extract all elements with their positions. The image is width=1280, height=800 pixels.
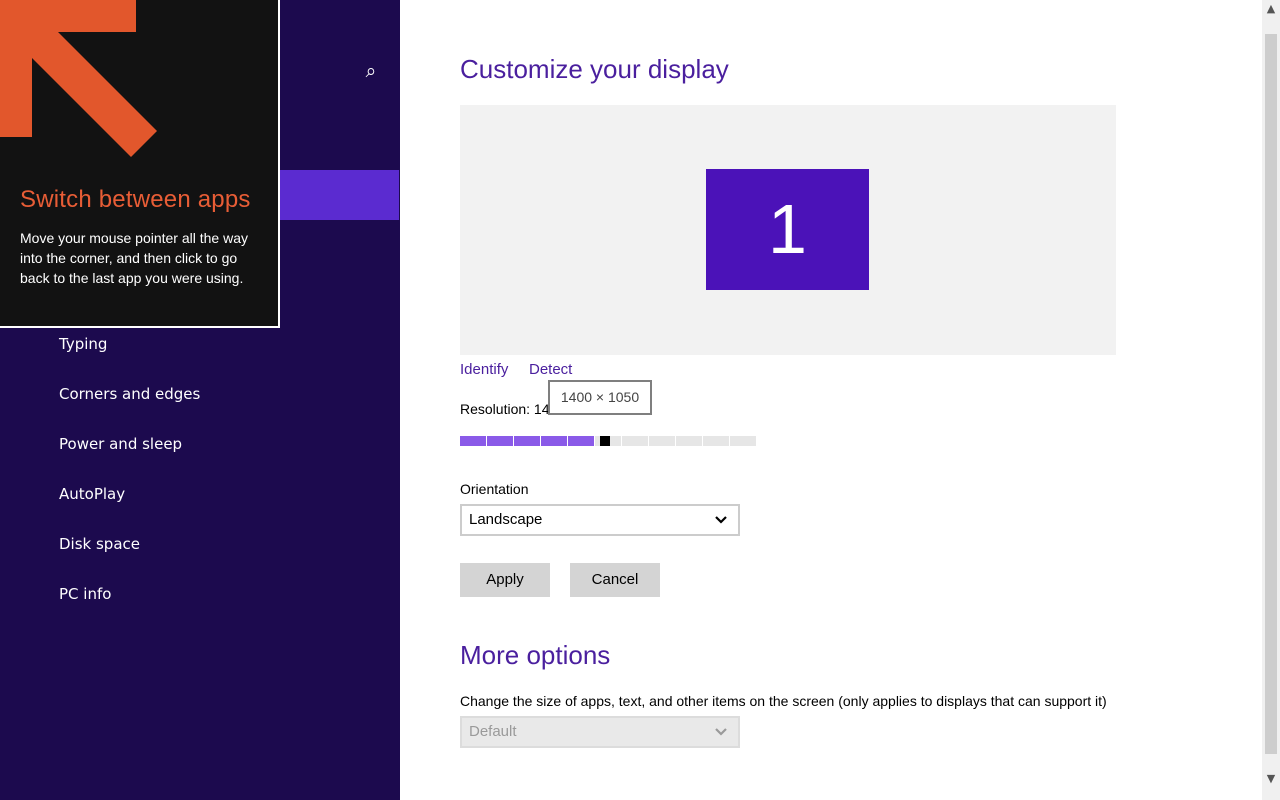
tip-body: Move your mouse pointer all the way into… bbox=[20, 230, 248, 286]
more-options-title: More options bbox=[460, 640, 611, 670]
identify-link[interactable]: Identify bbox=[460, 360, 508, 380]
apply-button[interactable]: Apply bbox=[460, 563, 550, 597]
slider-segment bbox=[514, 436, 540, 446]
chevron-down-icon bbox=[715, 728, 727, 736]
slider-thumb[interactable] bbox=[600, 436, 610, 446]
slider-segment bbox=[703, 436, 729, 446]
slider-segment bbox=[568, 436, 594, 446]
scroll-up-arrow-icon[interactable]: ▲ bbox=[1262, 0, 1280, 18]
monitor-1-tile[interactable]: 1 bbox=[706, 169, 869, 290]
orientation-label: Orientation bbox=[460, 481, 529, 497]
nav-item-disk-space[interactable]: Disk space bbox=[59, 532, 140, 556]
resolution-tooltip: 1400 × 1050 bbox=[548, 380, 652, 415]
cancel-button[interactable]: Cancel bbox=[570, 563, 660, 597]
detect-link[interactable]: Detect bbox=[529, 360, 572, 380]
tip-title: Switch between apps bbox=[20, 186, 251, 213]
orientation-dropdown[interactable]: Landscape bbox=[460, 504, 740, 536]
size-description: Change the size of apps, text, and other… bbox=[460, 693, 1107, 709]
nav-item-pc-info[interactable]: PC info bbox=[59, 582, 111, 606]
slider-segment bbox=[622, 436, 648, 446]
resolution-label: Resolution: 14 bbox=[460, 401, 550, 417]
scroll-down-arrow-icon[interactable]: ▼ bbox=[1262, 770, 1280, 788]
size-dropdown[interactable]: Default bbox=[460, 716, 740, 748]
nav-item-typing[interactable]: Typing bbox=[59, 332, 107, 356]
nav-item-corners-and-edges[interactable]: Corners and edges bbox=[59, 382, 200, 406]
slider-segment bbox=[487, 436, 513, 446]
search-icon[interactable]: ⌕ bbox=[356, 56, 386, 86]
nav-item-autoplay[interactable]: AutoPlay bbox=[59, 482, 125, 506]
slider-segment bbox=[541, 436, 567, 446]
slider-segment bbox=[730, 436, 756, 446]
vertical-scrollbar[interactable]: ▲ ▼ bbox=[1262, 0, 1280, 800]
corner-arrow-icon bbox=[0, 0, 157, 157]
orientation-value: Landscape bbox=[469, 511, 543, 528]
display-settings-content: Customize your display 1 Identify Detect… bbox=[400, 0, 1262, 800]
scrollbar-thumb[interactable] bbox=[1265, 34, 1277, 754]
display-preview-area: 1 bbox=[460, 105, 1116, 355]
chevron-down-icon bbox=[715, 516, 727, 524]
slider-segment bbox=[676, 436, 702, 446]
nav-item-power-and-sleep[interactable]: Power and sleep bbox=[59, 432, 182, 456]
page-title: Customize your display bbox=[460, 54, 729, 84]
nav-selected-indicator[interactable] bbox=[280, 170, 399, 220]
tip-popup: Switch between apps Move your mouse poin… bbox=[0, 0, 280, 328]
resolution-slider[interactable] bbox=[460, 436, 760, 446]
size-value: Default bbox=[469, 723, 517, 740]
slider-segment bbox=[649, 436, 675, 446]
slider-segment bbox=[460, 436, 486, 446]
